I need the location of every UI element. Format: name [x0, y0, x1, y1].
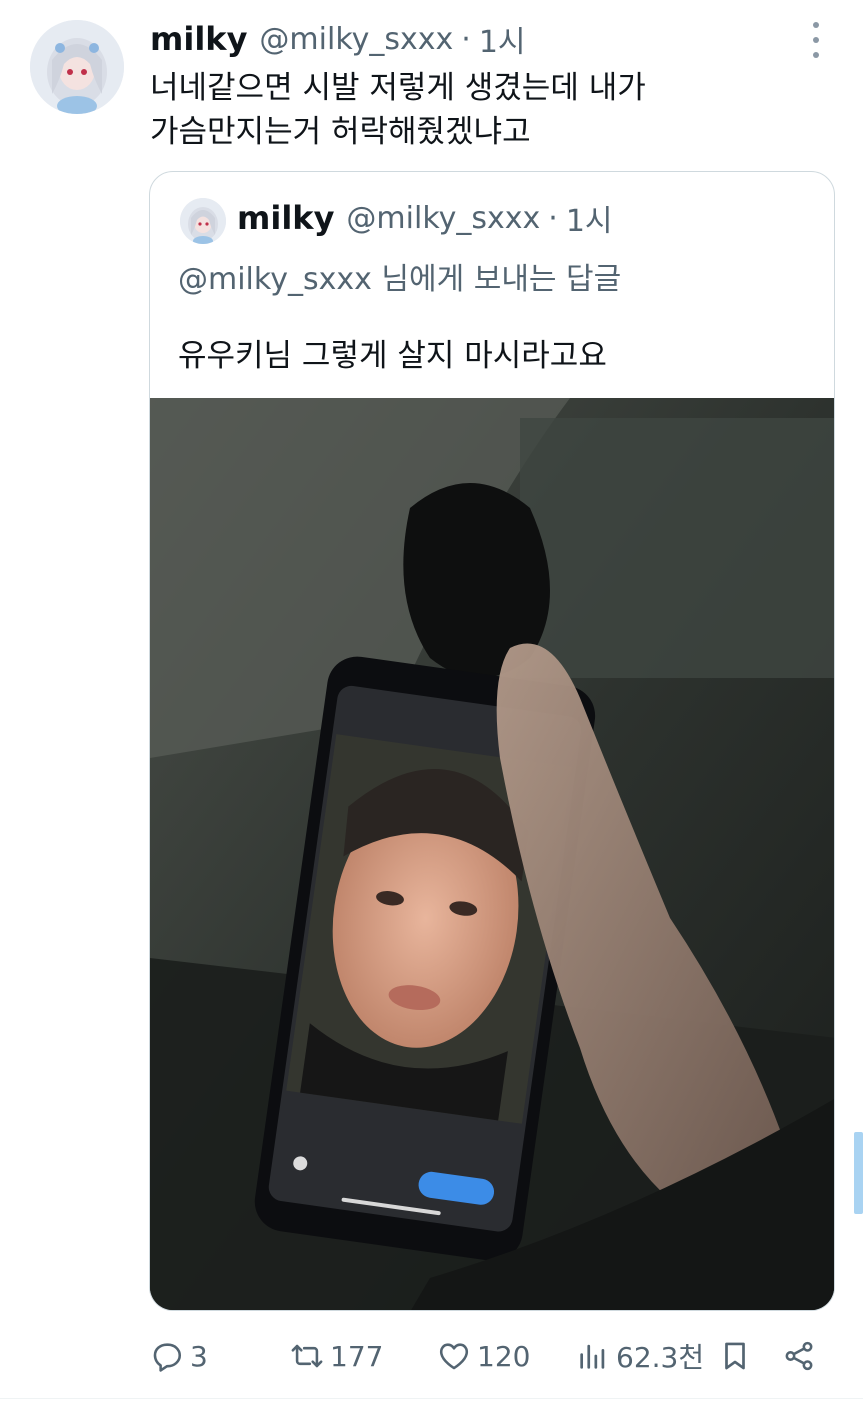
bookmark-icon — [725, 1342, 745, 1370]
author-name[interactable]: milky — [150, 20, 247, 58]
avatar-image — [30, 20, 124, 114]
quoted-tweet-timestamp: 1시 — [565, 204, 613, 239]
bookmark-button[interactable] — [718, 1330, 752, 1382]
retweet-count: 177 — [330, 1339, 384, 1373]
photo-image — [150, 398, 834, 1310]
scrollbar-thumb[interactable] — [854, 1132, 863, 1214]
tweet-text: 너네같으면 시발 저렇게 생겼는데 내가 가슴만지는거 허락해줬겠냐고 — [150, 66, 830, 154]
share-icon — [785, 1341, 813, 1371]
tweet-text-line-2: 가슴만지는거 허락해줬겠냐고 — [150, 114, 531, 150]
views-icon — [580, 1344, 605, 1369]
tweet-header: milky @milky_sxxx · 1시 — [150, 18, 526, 60]
quoted-tweet-text: 유우키님 그렇게 살지 마시라고요 — [178, 338, 607, 374]
quoted-tweet-photo[interactable] — [150, 398, 834, 1310]
quoted-author-avatar — [180, 198, 226, 244]
like-button[interactable]: 120 — [437, 1330, 530, 1382]
reply-button[interactable]: 3 — [150, 1330, 208, 1382]
reply-count: 3 — [190, 1339, 208, 1373]
reply-icon — [153, 1343, 182, 1372]
tweet-text-line-1: 너네같으면 시발 저렇게 생겼는데 내가 — [150, 70, 646, 106]
replying-to-label: @milky_sxxx 님에게 보내는 답글 — [178, 262, 622, 297]
divider — [0, 1398, 863, 1399]
view-count: 62.3천 — [616, 1341, 705, 1374]
quoted-tweet-card[interactable]: milky @milky_sxxx · 1시 @milky_sxxx 님에게 보… — [149, 171, 835, 1311]
separator-dot: · — [548, 200, 558, 236]
share-button[interactable] — [782, 1330, 816, 1382]
more-vertical-icon[interactable] — [806, 22, 826, 58]
like-count: 120 — [477, 1339, 531, 1373]
quoted-author-handle: @milky_sxxx — [346, 200, 541, 236]
tweet-action-bar: 3 177 120 62.3천 — [150, 1330, 830, 1382]
heart-icon — [439, 1343, 469, 1370]
retweet-icon — [291, 1344, 323, 1368]
avatar-image — [180, 198, 226, 244]
author-handle[interactable]: @milky_sxxx — [259, 22, 453, 57]
quoted-author-name: milky — [237, 199, 335, 237]
views-button[interactable]: 62.3천 — [576, 1330, 704, 1382]
retweet-button[interactable]: 177 — [290, 1330, 383, 1382]
tweet-timestamp[interactable]: 1시 — [479, 17, 526, 61]
separator-dot: · — [461, 21, 471, 57]
author-avatar[interactable] — [30, 20, 124, 114]
quoted-tweet-header: milky @milky_sxxx · 1시 — [237, 196, 613, 240]
